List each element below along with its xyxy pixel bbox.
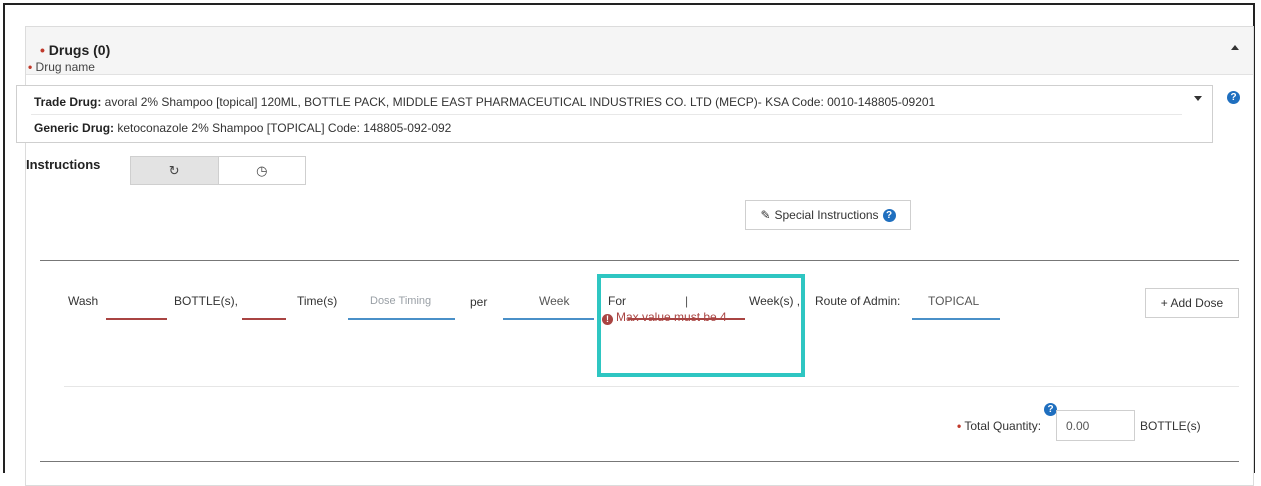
total-quantity-label: • Total Quantity: [957,419,1041,433]
bottles-text: BOTTLE(s), [174,294,239,308]
drugs-panel-header[interactable]: • Drugs (0) [26,27,1253,75]
frequency-unit-select[interactable] [503,318,594,320]
times-input[interactable] [242,318,286,320]
drug-name-label-text: Drug name [35,60,95,74]
trade-drug-label: Trade Drug: [34,95,102,109]
scheduled-tab[interactable]: ◷ [219,157,306,184]
total-quantity-label-text: Total Quantity: [964,419,1042,433]
dose-timing-select[interactable] [348,318,455,320]
drug-name-help-icon[interactable]: ? [1227,91,1240,104]
special-instructions-help-icon[interactable]: ? [882,208,896,222]
refresh-icon: ↻ [168,162,180,178]
total-quantity-unit: BOTTLE(s) [1140,419,1201,433]
quantity-input[interactable] [106,318,167,320]
wash-text: Wash [68,294,99,308]
pencil-icon: ✎ [760,208,771,222]
drug-name-label: • Drug name [28,60,95,74]
highlight-box [597,274,805,377]
bottom-divider [40,461,1239,462]
route-select[interactable] [912,318,1000,320]
trade-drug-line: Trade Drug: avoral 2% Shampoo [topical] … [34,95,935,109]
recurring-tab[interactable]: ↻ [131,157,219,184]
add-dose-button[interactable]: + Add Dose [1145,288,1239,318]
route-value: TOPICAL [928,294,980,308]
section-divider [40,260,1239,261]
per-text: per [470,295,488,309]
frequency-unit-value: Week [539,294,570,308]
times-text: Time(s) [297,294,338,308]
special-instructions-label: Special Instructions [774,208,879,222]
required-marker: • [28,60,33,74]
instructions-toggle: ↻ ◷ [130,156,306,185]
drugs-title-text: Drugs (0) [48,42,111,58]
dose-timing-placeholder: Dose Timing [370,295,432,307]
required-marker: • [957,419,962,433]
drug-line-separator [31,114,1182,115]
dose-divider [64,386,1239,387]
required-marker: • [40,42,45,58]
total-quantity-input[interactable]: 0.00 [1056,410,1135,441]
route-label: Route of Admin: [815,294,901,308]
special-instructions-button[interactable]: ✎ Special Instructions ? [745,200,911,230]
drug-name-select[interactable]: Trade Drug: avoral 2% Shampoo [topical] … [16,85,1213,143]
generic-drug-label: Generic Drug: [34,121,115,135]
dropdown-caret-icon[interactable] [1194,96,1202,101]
generic-drug-value: ketoconazole 2% Shampoo [TOPICAL] Code: … [114,121,452,135]
generic-drug-line: Generic Drug: ketoconazole 2% Shampoo [T… [34,121,451,135]
collapse-caret-icon[interactable] [1231,45,1239,50]
trade-drug-value: avoral 2% Shampoo [topical] 120ML, BOTTL… [101,95,936,109]
drugs-panel-title: • Drugs (0) [40,42,110,58]
clock-icon: ◷ [256,162,268,178]
instructions-label: Instructions [26,157,101,172]
